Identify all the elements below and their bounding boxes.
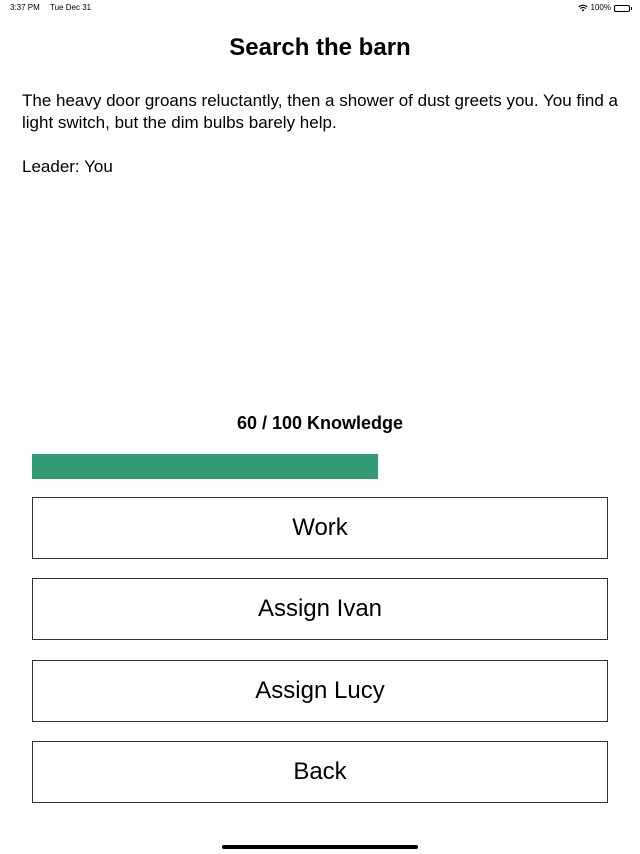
battery-icon: [614, 4, 632, 12]
home-indicator[interactable]: [222, 845, 418, 849]
leader-line: Leader: You: [22, 156, 113, 178]
work-button[interactable]: Work: [32, 497, 608, 559]
status-bar: 3:37 PM Tue Dec 31 100%: [0, 0, 640, 16]
status-right: 100%: [577, 0, 632, 16]
back-button[interactable]: Back: [32, 741, 608, 803]
wifi-icon: [577, 4, 588, 12]
status-time: 3:37 PM: [10, 3, 40, 12]
page-title: Search the barn: [229, 34, 411, 61]
scene-description: The heavy door groans reluctantly, then …: [22, 91, 619, 132]
screen: 3:37 PM Tue Dec 31 100% Search the barn …: [0, 0, 640, 854]
battery-percent: 100%: [590, 3, 611, 12]
leader-value: You: [84, 157, 113, 176]
status-left: 3:37 PM Tue Dec 31: [10, 0, 91, 16]
knowledge-progress-label: 60 / 100 Knowledge: [236, 413, 404, 433]
knowledge-progress-bar: [32, 454, 608, 479]
knowledge-progress-fill: [32, 454, 378, 479]
status-date: Tue Dec 31: [50, 3, 92, 12]
leader-label: Leader:: [22, 157, 80, 176]
assign-ivan-button[interactable]: Assign Ivan: [32, 578, 608, 640]
assign-lucy-button[interactable]: Assign Lucy: [32, 660, 608, 722]
